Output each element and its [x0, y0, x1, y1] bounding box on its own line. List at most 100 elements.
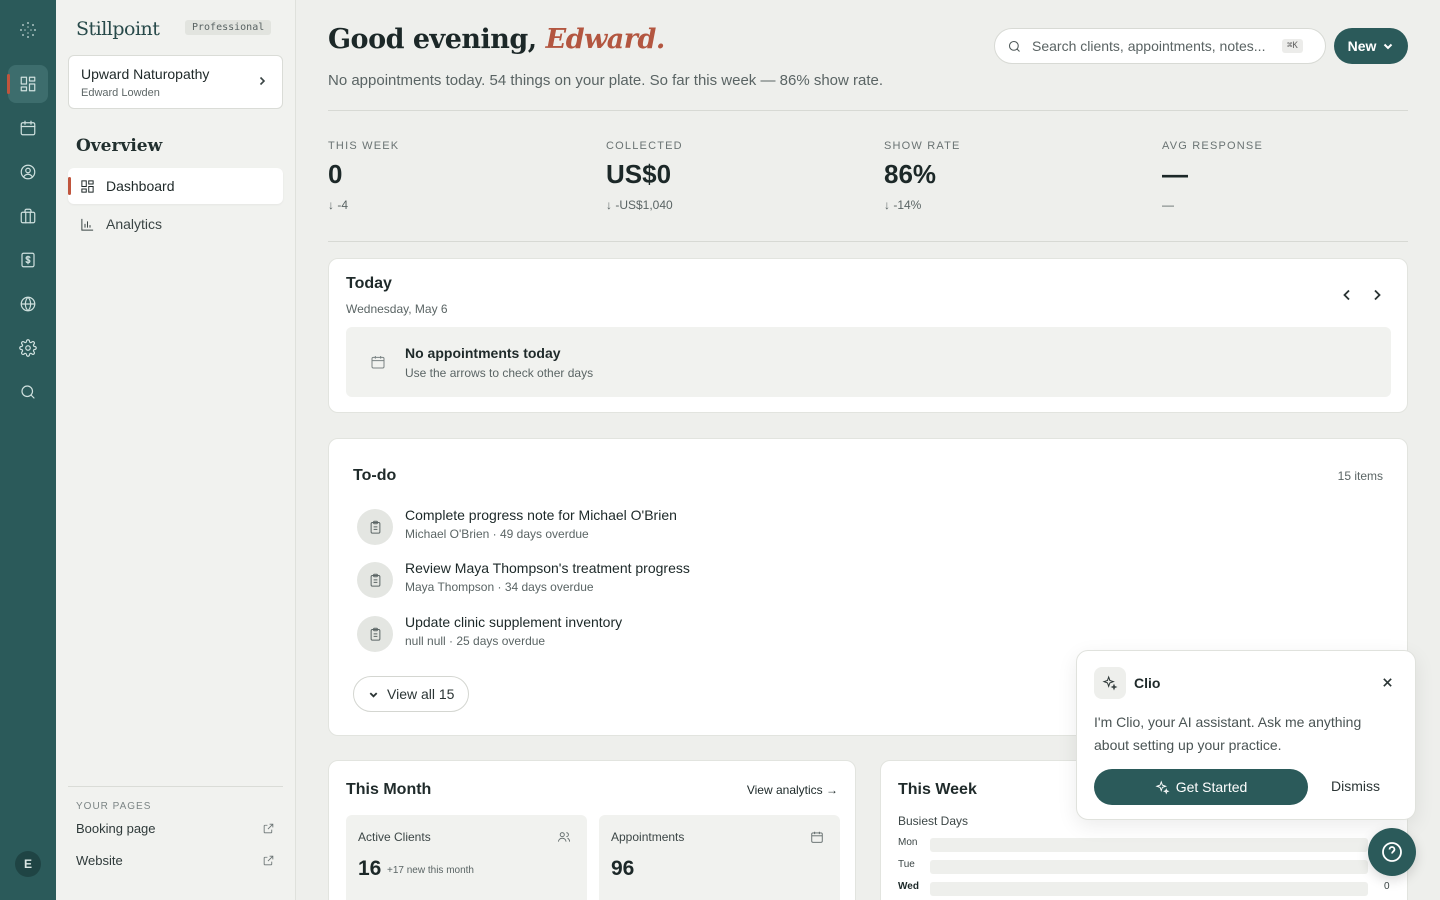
search-bar[interactable]: ⌘K: [994, 28, 1326, 64]
website-link[interactable]: Website: [68, 844, 283, 876]
sidebar-item-label: Analytics: [106, 216, 163, 232]
clipboard-icon: [357, 509, 393, 545]
day-bar-track: [930, 838, 1368, 852]
todo-item-title: Review Maya Thompson's treatment progres…: [405, 560, 690, 576]
sidebar-item-dashboard[interactable]: Dashboard: [68, 168, 283, 204]
day-label: Tue: [898, 859, 915, 870]
rail-services[interactable]: [8, 197, 48, 235]
day-bar-row: Wed 0: [898, 881, 1398, 896]
bar-chart-icon: [81, 218, 94, 231]
practice-name: Upward Naturopathy: [81, 66, 210, 82]
view-all-button[interactable]: View all 15: [353, 676, 470, 712]
busiest-days-label: Busiest Days: [898, 814, 969, 828]
help-button[interactable]: [1368, 828, 1416, 876]
rail-calendar[interactable]: [8, 109, 48, 147]
your-pages-label: YOUR PAGES: [76, 801, 152, 812]
calendar-icon: [811, 831, 823, 843]
assistant-name: Clio: [1134, 675, 1161, 691]
todo-item-subtitle: Michael O'Brien · 49 days overdue: [405, 527, 589, 541]
calendar-icon: [371, 356, 385, 369]
appointments-tile[interactable]: Appointments 96: [599, 815, 840, 900]
stat-show-rate: SHOW RATE 86% ↓ -14%: [884, 140, 1144, 212]
today-title: Today: [346, 275, 392, 292]
globe-icon: [20, 296, 36, 312]
chevron-down-icon: [369, 691, 378, 698]
rail-dashboard[interactable]: [7, 65, 48, 103]
today-card: Today Wednesday, May 6 No appointments t…: [328, 258, 1408, 413]
sidebar-item-analytics[interactable]: Analytics: [68, 206, 283, 242]
stat-avg-response: AVG RESPONSE — —: [1162, 140, 1422, 212]
stat-value: 0: [328, 159, 343, 189]
close-icon[interactable]: [1382, 677, 1393, 688]
sidebar-item-label: Dashboard: [106, 178, 175, 194]
todo-item-title: Update clinic supplement inventory: [405, 614, 623, 630]
day-bar-row: Mon: [898, 837, 1398, 852]
user-circle-icon: [20, 164, 36, 180]
external-link-icon: [263, 855, 274, 865]
brand-name: Stillpoint: [76, 18, 160, 40]
tile-value: 96: [611, 857, 635, 880]
day-bar-track: [930, 860, 1368, 874]
divider: [328, 110, 1408, 111]
assistant-popup: Clio I'm Clio, your AI assistant. Ask me…: [1076, 650, 1416, 820]
empty-state: No appointments today Use the arrows to …: [346, 327, 1391, 397]
dashboard-icon: [81, 179, 94, 193]
view-all-label: View all 15: [387, 686, 455, 702]
stat-collected: COLLECTED US$0 ↓ -US$1,040: [606, 140, 866, 212]
plan-badge: Professional: [185, 20, 272, 35]
sparkle-icon: [1094, 667, 1126, 699]
your-pages: YOUR PAGES Booking page Website: [68, 786, 283, 876]
billing-icon: [21, 252, 35, 268]
today-date: Wednesday, May 6: [346, 302, 448, 316]
todo-item[interactable]: Update clinic supplement inventory null …: [357, 614, 1057, 658]
dismiss-button[interactable]: Dismiss: [1331, 778, 1380, 794]
summary-line: No appointments today. 54 things on your…: [328, 72, 884, 89]
this-month-card: This Month View analytics → Active Clien…: [328, 760, 856, 900]
tile-value: 16: [358, 857, 382, 880]
external-link-icon: [263, 823, 274, 833]
view-analytics-link[interactable]: View analytics →: [747, 783, 838, 797]
divider: [328, 241, 1408, 242]
rail-billing[interactable]: [8, 241, 48, 279]
rail-settings[interactable]: [8, 329, 48, 367]
active-clients-tile[interactable]: Active Clients 16 +17 new this month: [346, 815, 587, 900]
new-label: New: [1347, 38, 1377, 54]
get-started-label: Get Started: [1175, 779, 1248, 795]
clipboard-icon: [357, 562, 393, 598]
rail-clients[interactable]: [8, 153, 48, 191]
todo-item-subtitle: Maya Thompson · 34 days overdue: [405, 580, 594, 594]
stat-value: —: [1162, 159, 1188, 189]
chevron-right-icon: [259, 76, 266, 86]
gear-icon: [19, 339, 37, 357]
assistant-message: I'm Clio, your AI assistant. Ask me anyt…: [1094, 714, 1362, 753]
stat-delta: ↓ -US$1,040: [606, 198, 673, 212]
week-title: This Week: [898, 781, 977, 798]
get-started-button[interactable]: Get Started: [1094, 769, 1308, 805]
empty-subtitle: Use the arrows to check other days: [405, 366, 594, 380]
dashboard-icon: [20, 76, 36, 92]
rail-search[interactable]: [8, 373, 48, 411]
tile-note: +17 new this month: [387, 865, 474, 876]
todo-item-subtitle: null null · 25 days overdue: [405, 634, 546, 648]
empty-title: No appointments today: [405, 345, 561, 361]
clipboard-icon: [357, 616, 393, 652]
avatar[interactable]: E: [15, 851, 41, 877]
chevron-right-icon[interactable]: [1369, 287, 1385, 303]
todo-count: 15 items: [1337, 469, 1383, 483]
stat-label: SHOW RATE: [884, 140, 961, 152]
practice-switcher[interactable]: Upward Naturopathy Edward Lowden: [68, 55, 283, 109]
stat-delta: ↓ -4: [328, 198, 349, 212]
rail-website[interactable]: [8, 285, 48, 323]
help-icon: [1382, 842, 1402, 862]
website-label: Website: [76, 852, 123, 868]
chevron-left-icon[interactable]: [1339, 287, 1355, 303]
todo-item[interactable]: Complete progress note for Michael O'Bri…: [357, 507, 1057, 551]
day-value: 0: [1384, 881, 1390, 892]
booking-page-link[interactable]: Booking page: [68, 812, 283, 844]
greeting-name: Edward.: [545, 24, 666, 55]
todo-item[interactable]: Review Maya Thompson's treatment progres…: [357, 560, 1057, 604]
new-button[interactable]: New: [1334, 28, 1408, 64]
stat-delta: —: [1162, 198, 1174, 212]
search-icon: [1008, 40, 1020, 52]
search-input[interactable]: [1032, 38, 1282, 54]
